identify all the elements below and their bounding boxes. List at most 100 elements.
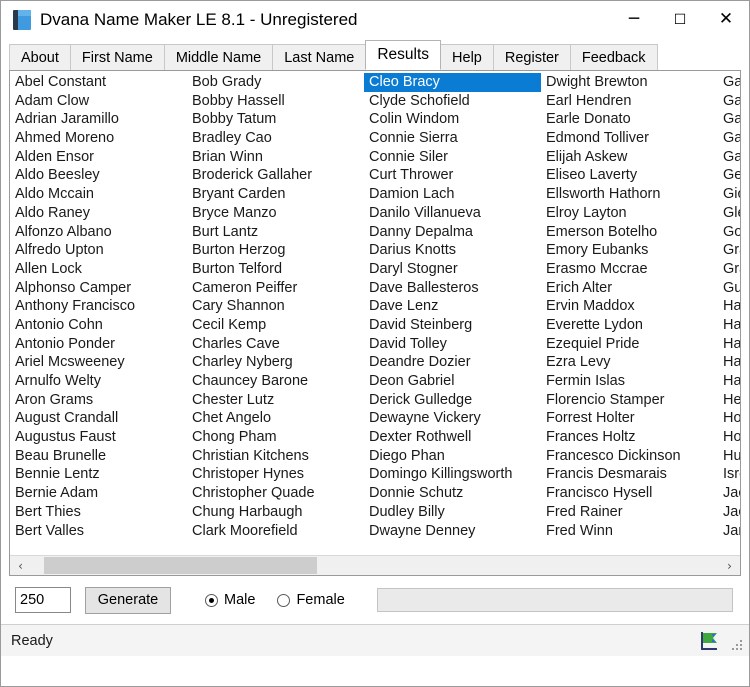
list-item[interactable]: Aron Grams	[10, 391, 187, 410]
list-item[interactable]: Christian Kitchens	[187, 447, 364, 466]
list-item[interactable]: Dexter Rothwell	[364, 428, 541, 447]
tab-register[interactable]: Register	[492, 44, 571, 70]
list-item[interactable]: Deon Gabriel	[364, 372, 541, 391]
close-button[interactable]: ✕	[703, 1, 749, 38]
list-item[interactable]: Earle Donato	[541, 110, 718, 129]
list-item[interactable]: Fermin Islas	[541, 372, 718, 391]
scroll-left-icon[interactable]: ‹	[10, 556, 31, 575]
scrollbar-track[interactable]	[31, 556, 719, 575]
list-item[interactable]: Guy Er	[718, 279, 740, 298]
list-item[interactable]: Bennie Lentz	[10, 465, 187, 484]
list-item[interactable]: Emory Eubanks	[541, 241, 718, 260]
list-item[interactable]: Ezra Levy	[541, 353, 718, 372]
list-item[interactable]: Elijah Askew	[541, 148, 718, 167]
radio-female[interactable]: Female	[277, 592, 345, 608]
minimize-button[interactable]: ─	[611, 1, 657, 38]
list-item[interactable]: Christoper Hynes	[187, 465, 364, 484]
generate-button[interactable]: Generate	[85, 586, 171, 614]
list-item[interactable]: Glen R	[718, 204, 740, 223]
list-item[interactable]: Chung Harbaugh	[187, 503, 364, 522]
list-item[interactable]: Cameron Peiffer	[187, 279, 364, 298]
list-item[interactable]: David Steinberg	[364, 316, 541, 335]
horizontal-scrollbar[interactable]: ‹ ›	[10, 555, 740, 575]
list-item[interactable]: Jacob	[718, 503, 740, 522]
list-item[interactable]: Domingo Killingsworth	[364, 465, 541, 484]
list-item[interactable]: Allen Lock	[10, 260, 187, 279]
tab-middle-name[interactable]: Middle Name	[163, 44, 274, 70]
list-item[interactable]: Dwayne Denney	[364, 522, 541, 541]
list-item[interactable]: Harvey	[718, 372, 740, 391]
list-item[interactable]: Garfield	[718, 110, 740, 129]
list-item[interactable]: Connie Siler	[364, 148, 541, 167]
tab-help[interactable]: Help	[440, 44, 494, 70]
list-item[interactable]: Hobert	[718, 409, 740, 428]
list-item[interactable]: Alphonso Camper	[10, 279, 187, 298]
tab-feedback[interactable]: Feedback	[569, 44, 658, 70]
list-item[interactable]: Garrett	[718, 129, 740, 148]
list-item[interactable]: Arnulfo Welty	[10, 372, 187, 391]
list-item[interactable]: Harriso	[718, 335, 740, 354]
list-item[interactable]: Abel Constant	[10, 73, 187, 92]
list-item[interactable]: Colin Windom	[364, 110, 541, 129]
list-item[interactable]: Fred Rainer	[541, 503, 718, 522]
list-item[interactable]: Ellsworth Hathorn	[541, 185, 718, 204]
list-item[interactable]: Cary Shannon	[187, 297, 364, 316]
list-item[interactable]: Connie Sierra	[364, 129, 541, 148]
list-item[interactable]: Aldo Beesley	[10, 166, 187, 185]
list-item[interactable]: Clark Moorefield	[187, 522, 364, 541]
list-item[interactable]: Antonio Ponder	[10, 335, 187, 354]
list-item[interactable]: Bobby Hassell	[187, 92, 364, 111]
list-item[interactable]: Dwight Brewton	[541, 73, 718, 92]
list-item[interactable]: Dudley Billy	[364, 503, 541, 522]
list-item[interactable]: Bert Thies	[10, 503, 187, 522]
list-item[interactable]: Forrest Holter	[541, 409, 718, 428]
list-item[interactable]: Jackie	[718, 484, 740, 503]
list-item[interactable]: Brian Winn	[187, 148, 364, 167]
list-item[interactable]: Darius Knotts	[364, 241, 541, 260]
list-item[interactable]: Graham	[718, 241, 740, 260]
list-item[interactable]: Dave Lenz	[364, 297, 541, 316]
scroll-right-icon[interactable]: ›	[719, 556, 740, 575]
list-item[interactable]: Bobby Tatum	[187, 110, 364, 129]
list-item[interactable]: Bob Grady	[187, 73, 364, 92]
list-item[interactable]: Francisco Hysell	[541, 484, 718, 503]
list-item[interactable]: Burton Herzog	[187, 241, 364, 260]
list-item[interactable]: Genard	[718, 166, 740, 185]
list-item[interactable]: Christopher Quade	[187, 484, 364, 503]
list-item[interactable]: Cecil Kemp	[187, 316, 364, 335]
list-item[interactable]: Chauncey Barone	[187, 372, 364, 391]
list-item[interactable]: Everette Lydon	[541, 316, 718, 335]
list-item[interactable]: Ezequiel Pride	[541, 335, 718, 354]
list-item[interactable]: Deandre Dozier	[364, 353, 541, 372]
list-item[interactable]: Charley Nyberg	[187, 353, 364, 372]
list-item[interactable]: Jamaal	[718, 522, 740, 541]
list-item[interactable]: Herb H	[718, 391, 740, 410]
list-item[interactable]: Anthony Francisco	[10, 297, 187, 316]
list-item[interactable]: Graig C	[718, 260, 740, 279]
list-item[interactable]: Francesco Dickinson	[541, 447, 718, 466]
list-item[interactable]: Erasmo Mccrae	[541, 260, 718, 279]
list-item[interactable]: Daryl Stogner	[364, 260, 541, 279]
list-item[interactable]: Dewayne Vickery	[364, 409, 541, 428]
list-item[interactable]: Chester Lutz	[187, 391, 364, 410]
list-item[interactable]: Ervin Maddox	[541, 297, 718, 316]
list-item[interactable]: Adam Clow	[10, 92, 187, 111]
scrollbar-thumb[interactable]	[44, 557, 317, 574]
list-item[interactable]: Harriso	[718, 353, 740, 372]
list-item[interactable]: Aldo Raney	[10, 204, 187, 223]
list-item[interactable]: Harlan	[718, 316, 740, 335]
list-item[interactable]: Earl Hendren	[541, 92, 718, 111]
list-item[interactable]: Aldo Mccain	[10, 185, 187, 204]
list-item[interactable]: Cleo Bracy	[364, 73, 541, 92]
list-item[interactable]: Burton Telford	[187, 260, 364, 279]
list-item[interactable]: Florencio Stamper	[541, 391, 718, 410]
list-item[interactable]: Beau Brunelle	[10, 447, 187, 466]
list-item[interactable]: Gonzal	[718, 223, 740, 242]
list-item[interactable]: Bryce Manzo	[187, 204, 364, 223]
list-item[interactable]: Erich Alter	[541, 279, 718, 298]
list-item[interactable]: Hai Jar	[718, 297, 740, 316]
results-list[interactable]: Abel Constant Adam Clow Adrian Jaramillo Ah…	[9, 70, 741, 576]
list-item[interactable]: Bert Valles	[10, 522, 187, 541]
list-item[interactable]: Gail Pe	[718, 73, 740, 92]
list-item[interactable]: Elroy Layton	[541, 204, 718, 223]
